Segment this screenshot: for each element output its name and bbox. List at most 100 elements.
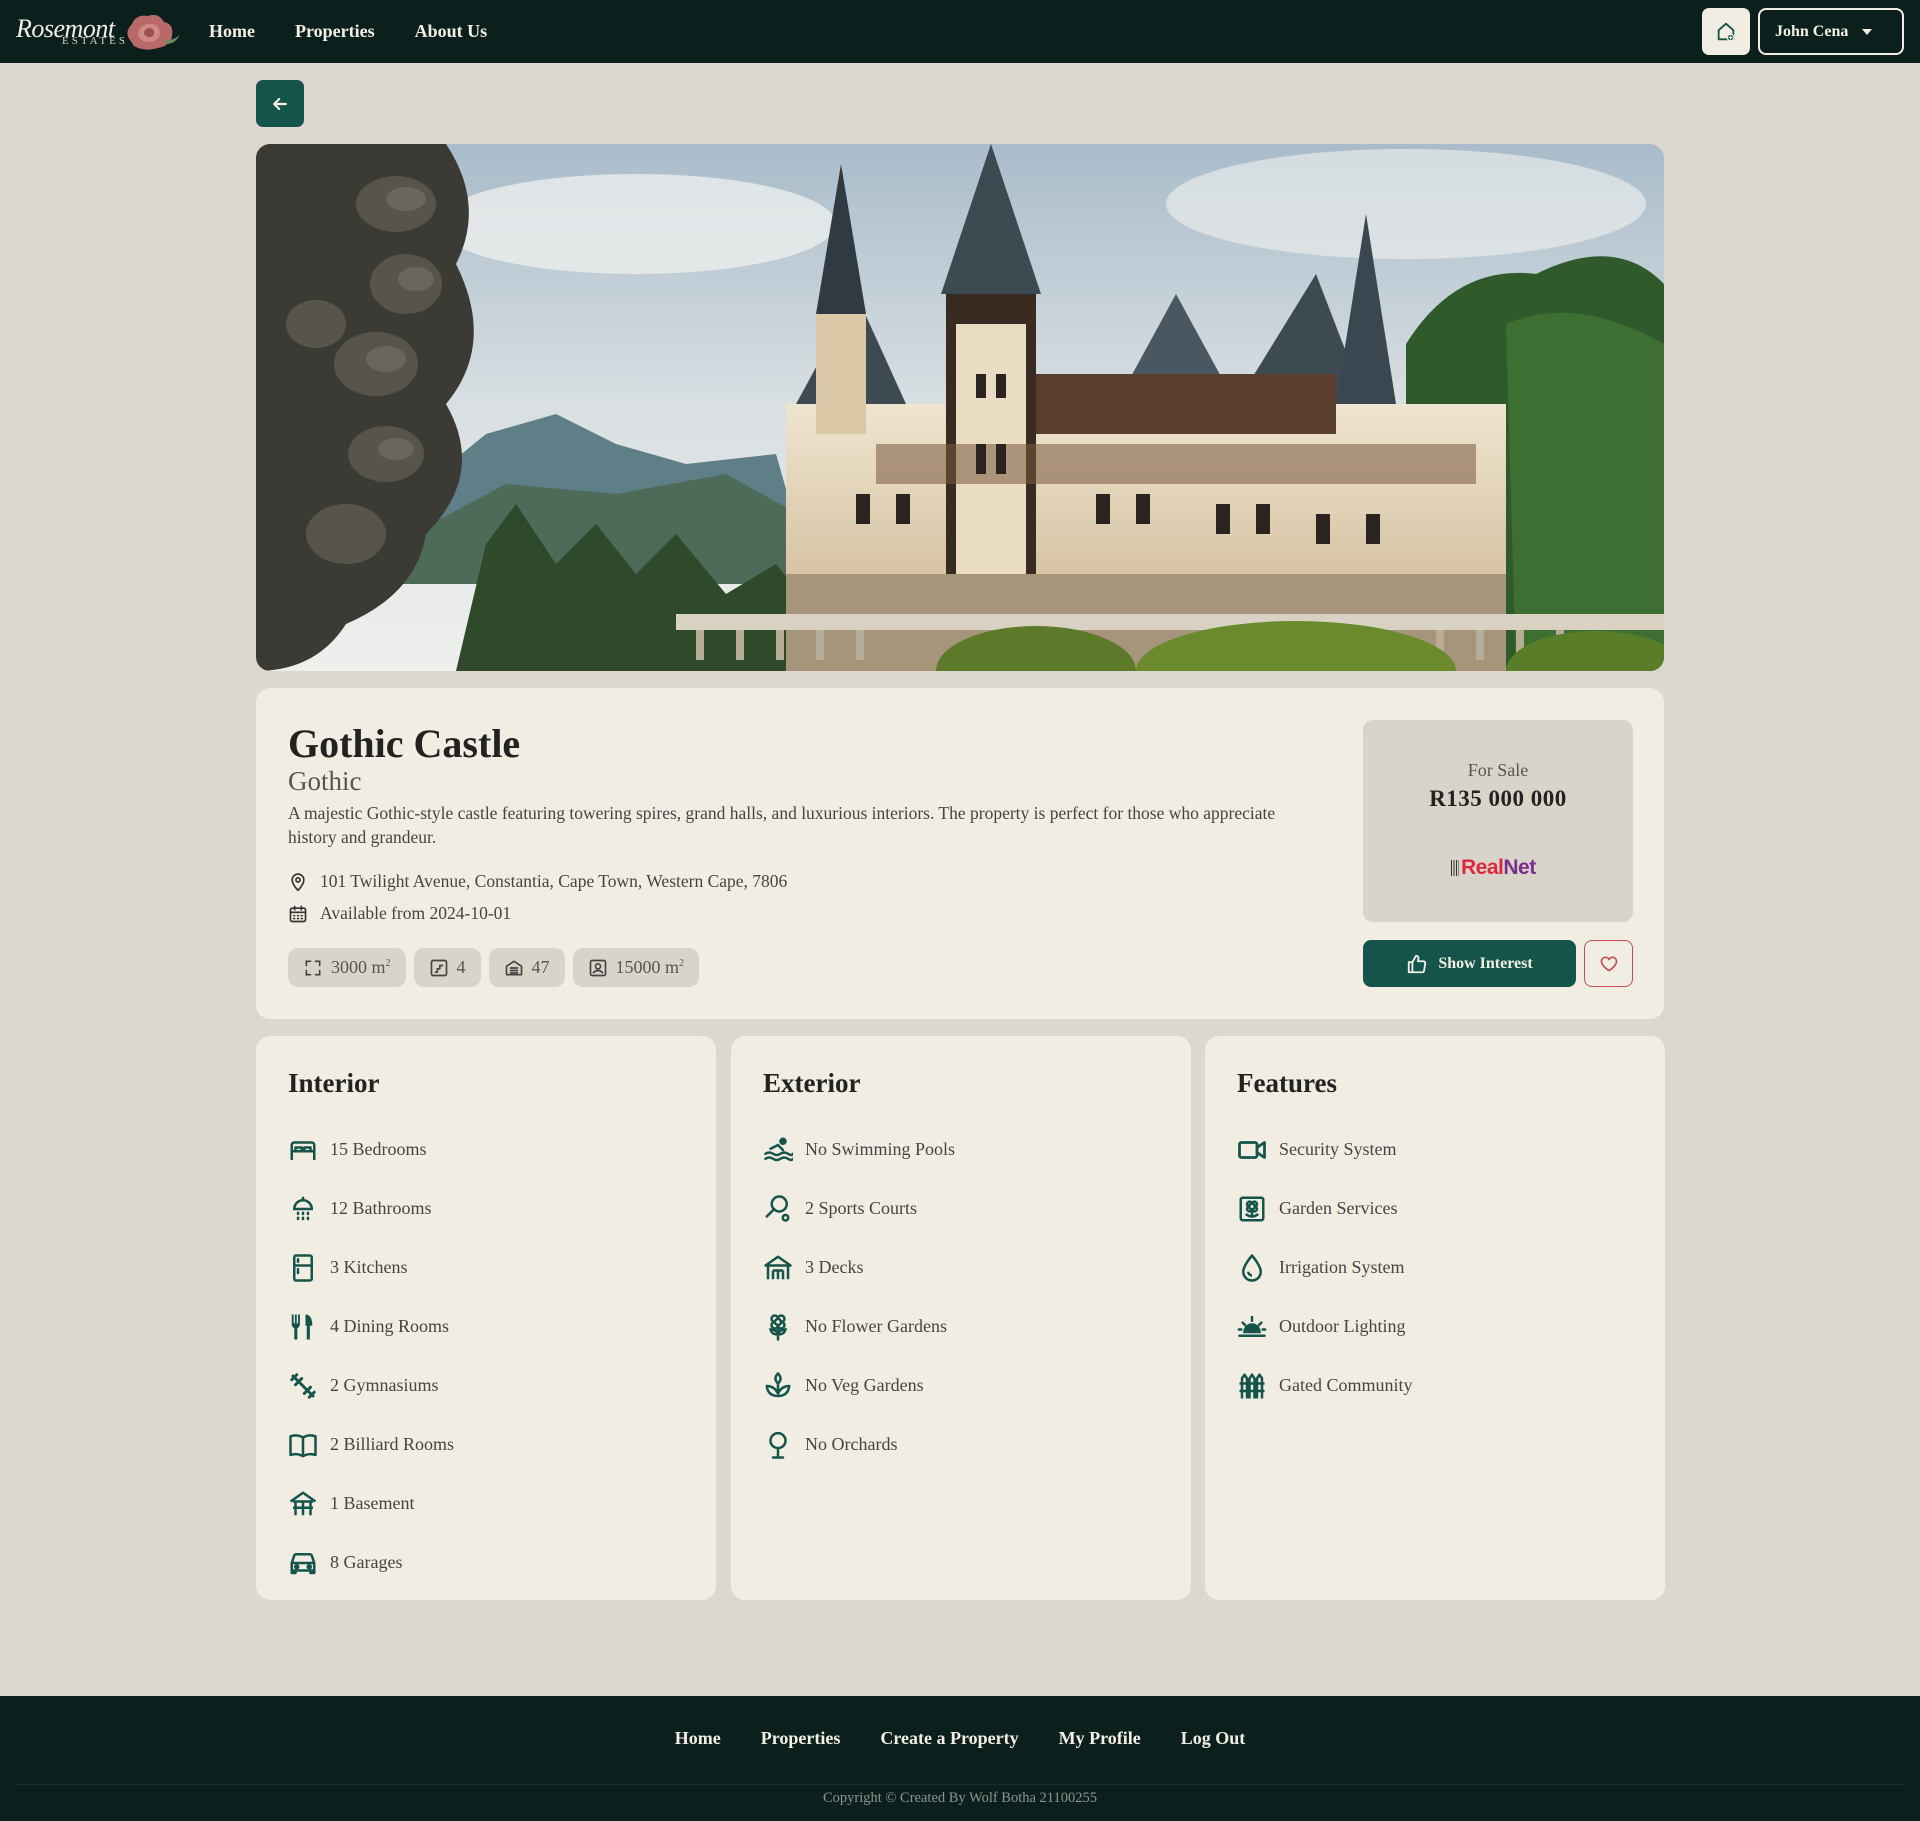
interior-item-dining: 4 Dining Rooms: [288, 1297, 454, 1356]
show-interest-button[interactable]: Show Interest: [1363, 940, 1576, 987]
droplet-icon: [1242, 1253, 1262, 1282]
camera-icon: [1238, 1140, 1266, 1159]
address-row: 101 Twilight Avenue, Constantia, Cape To…: [288, 871, 787, 892]
interior-item-garages: 8 Garages: [288, 1533, 454, 1592]
footer: Home Properties Create a Property My Pro…: [0, 1696, 1920, 1821]
footer-link-home[interactable]: Home: [675, 1728, 721, 1749]
brand-sub: ESTATES: [62, 35, 128, 47]
erf-size-value: 15000 m: [615, 957, 680, 977]
fridge-icon: [293, 1253, 313, 1282]
property-details-card: Gothic Castle Gothic A majestic Gothic-s…: [256, 688, 1664, 1019]
property-description: A majestic Gothic-style castle featuring…: [288, 803, 1276, 847]
utensils-icon: [291, 1314, 313, 1339]
interior-label: 4 Dining Rooms: [330, 1316, 450, 1336]
brand-logo[interactable]: Rosemont ESTATES: [16, 8, 180, 54]
copyright: Copyright © Created By Wolf Botha 211002…: [822, 1790, 1098, 1806]
nav-home[interactable]: Home: [209, 21, 255, 42]
interior-item-basement: 1 Basement: [288, 1474, 454, 1533]
rose-icon: [127, 14, 180, 50]
my-properties-button[interactable]: [1702, 8, 1750, 55]
property-image: [256, 144, 1664, 671]
exterior-item-flowers: No Flower Gardens: [763, 1297, 955, 1356]
exterior-title: Exterior: [763, 1068, 861, 1098]
garage-icon: [505, 960, 522, 975]
show-interest-label: Show Interest: [1438, 954, 1533, 972]
property-style: Gothic: [288, 766, 362, 796]
feature-label: Irrigation System: [1279, 1257, 1405, 1277]
exterior-label: No Flower Gardens: [805, 1316, 947, 1336]
exterior-item-decks: 3 Decks: [763, 1238, 955, 1297]
availability-row: Available from 2024-10-01: [288, 903, 511, 924]
listing-price: R135 000 000: [1429, 786, 1567, 811]
level-chip: 47: [488, 948, 565, 987]
main-nav: Home Properties About Us: [209, 0, 487, 63]
feature-label: Garden Services: [1279, 1198, 1398, 1218]
interior-item-gym: 2 Gymnasiums: [288, 1356, 454, 1415]
shower-icon: [292, 1196, 314, 1220]
floor-size-unit: 2: [385, 958, 391, 969]
agency-name-part1: Real: [1461, 856, 1504, 879]
features-title: Features: [1237, 1068, 1337, 1098]
flower-icon: [768, 1313, 788, 1341]
feature-item-gated: Gated Community: [1237, 1356, 1413, 1415]
interior-item-kitchens: 3 Kitchens: [288, 1238, 454, 1297]
exterior-item-orchards: No Orchards: [763, 1415, 955, 1474]
pool-icon: [764, 1137, 793, 1161]
exterior-label: No Orchards: [805, 1434, 898, 1454]
arrow-left-icon: [273, 97, 287, 110]
floor-size-chip: 3000 m2: [288, 948, 406, 987]
exterior-label: No Veg Gardens: [805, 1375, 924, 1395]
dumbbell-icon: [290, 1372, 316, 1399]
exterior-label: No Swimming Pools: [805, 1139, 956, 1159]
user-dropdown[interactable]: John Cena: [1758, 8, 1904, 55]
feature-label: Outdoor Lighting: [1279, 1316, 1406, 1336]
book-icon: [289, 1433, 317, 1457]
footer-link-my-profile[interactable]: My Profile: [1059, 1728, 1141, 1749]
calendar-icon: [289, 905, 307, 922]
exterior-item-veg: No Veg Gardens: [763, 1356, 955, 1415]
exterior-label: 2 Sports Courts: [805, 1198, 918, 1218]
interior-item-bathrooms: 12 Bathrooms: [288, 1179, 454, 1238]
nav-about[interactable]: About Us: [415, 21, 488, 42]
chevron-down-icon: [1862, 28, 1873, 35]
floor-size-value: 3000 m: [331, 957, 386, 977]
car-icon: [290, 1552, 316, 1574]
features-list: Security System Garden Services Irrigati…: [1237, 1120, 1413, 1415]
sunrise-icon: [1237, 1315, 1267, 1337]
garden-icon: [1239, 1196, 1265, 1221]
interior-label: 12 Bathrooms: [330, 1198, 432, 1218]
nav-properties[interactable]: Properties: [295, 21, 375, 42]
fence-icon: [1239, 1373, 1265, 1398]
parking-value: 4: [456, 957, 466, 977]
features-card: Features Security System Garden Services…: [1205, 1036, 1665, 1600]
stairs-icon: [430, 959, 447, 976]
interior-label: 2 Gymnasiums: [330, 1375, 439, 1395]
feature-label: Security System: [1279, 1139, 1397, 1159]
bed-icon: [290, 1140, 316, 1160]
interior-label: 3 Kitchens: [330, 1257, 408, 1277]
feature-item-garden: Garden Services: [1237, 1179, 1413, 1238]
property-address: 101 Twilight Avenue, Constantia, Cape To…: [320, 871, 788, 891]
footer-link-properties[interactable]: Properties: [761, 1728, 841, 1749]
price-box: For Sale R135 000 000 Real Net: [1363, 720, 1633, 922]
back-button[interactable]: [256, 80, 304, 127]
footer-divider: [16, 1784, 1904, 1785]
thumbs-up-icon: [1408, 954, 1427, 973]
exterior-item-pools: No Swimming Pools: [763, 1120, 955, 1179]
agency-name-part2: Net: [1503, 856, 1536, 879]
footer-nav: Home Properties Create a Property My Pro…: [0, 1696, 1920, 1780]
plot-icon: [589, 959, 606, 976]
tree-icon: [769, 1431, 787, 1459]
interior-title: Interior: [288, 1068, 380, 1098]
property-stats: 3000 m2 4 47 15000 m 2: [288, 948, 700, 987]
footer-link-create-property[interactable]: Create a Property: [880, 1728, 1018, 1749]
map-pin-icon: [291, 872, 305, 891]
level-value: 47: [531, 957, 550, 977]
availability-date: Available from 2024-10-01: [320, 903, 512, 923]
racket-icon: [765, 1194, 790, 1222]
interior-item-billiard: 2 Billiard Rooms: [288, 1415, 454, 1474]
listing-status: For Sale: [1467, 760, 1529, 780]
footer-link-log-out[interactable]: Log Out: [1181, 1728, 1246, 1749]
favourite-button[interactable]: [1584, 940, 1633, 987]
feature-label: Gated Community: [1279, 1375, 1413, 1395]
